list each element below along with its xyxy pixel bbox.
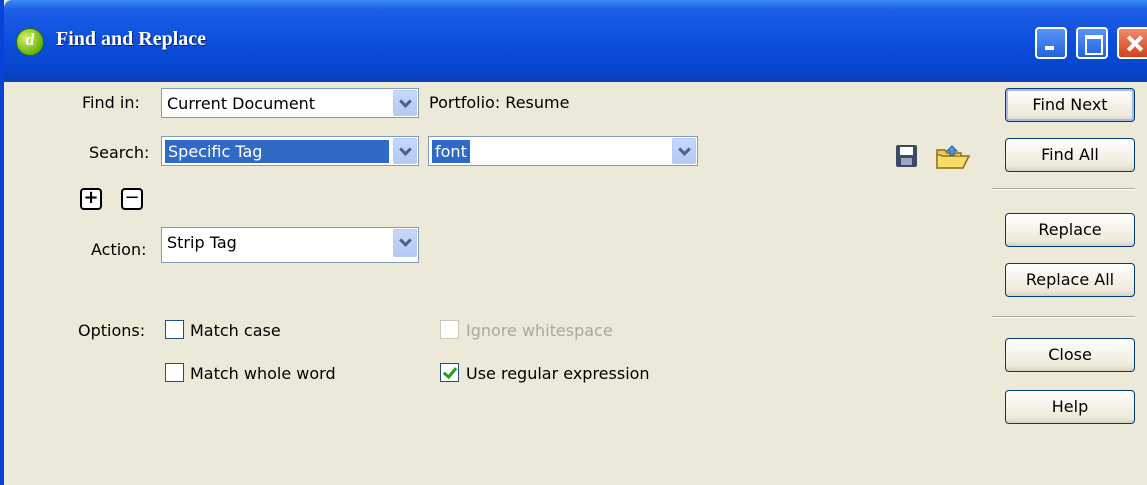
- minimize-icon[interactable]: [1035, 27, 1067, 59]
- find-in-value: Current Document: [167, 94, 316, 113]
- match-whole-word-label[interactable]: Match whole word: [190, 364, 336, 383]
- search-tag-select[interactable]: font: [428, 136, 698, 166]
- help-button[interactable]: Help: [1005, 390, 1135, 424]
- dropdown-arrow-icon[interactable]: [393, 229, 417, 257]
- search-type-select[interactable]: Specific Tag: [161, 136, 419, 166]
- dropdown-arrow-icon[interactable]: [393, 90, 417, 116]
- dropdown-arrow-icon[interactable]: [393, 138, 417, 164]
- replace-button[interactable]: Replace: [1005, 213, 1135, 247]
- find-replace-dialog: d Find and Replace Find in: Current Docu…: [0, 0, 1147, 485]
- match-whole-word-checkbox[interactable]: [165, 363, 184, 382]
- action-label: Action:: [91, 240, 147, 259]
- remove-icon[interactable]: −: [121, 188, 143, 210]
- use-regex-checkbox[interactable]: [440, 363, 459, 382]
- match-case-checkbox[interactable]: [165, 320, 184, 339]
- button-divider: [992, 316, 1135, 318]
- search-tag-value: font: [432, 140, 470, 163]
- close-icon[interactable]: [1117, 27, 1147, 59]
- close-button[interactable]: Close: [1005, 338, 1135, 372]
- find-in-label: Find in:: [82, 93, 140, 112]
- ignore-whitespace-checkbox: [440, 320, 459, 339]
- title-bar[interactable]: d Find and Replace: [4, 0, 1147, 82]
- find-in-select[interactable]: Current Document: [161, 88, 419, 118]
- search-type-value: Specific Tag: [165, 140, 389, 163]
- action-select[interactable]: Strip Tag: [161, 227, 419, 263]
- window-title: Find and Replace: [56, 28, 207, 50]
- maximize-icon[interactable]: [1076, 27, 1108, 59]
- search-label: Search:: [89, 143, 150, 162]
- find-in-info: Portfolio: Resume: [429, 93, 570, 112]
- replace-all-button[interactable]: Replace All: [1005, 263, 1135, 297]
- save-query-icon[interactable]: [896, 145, 917, 167]
- use-regex-label[interactable]: Use regular expression: [466, 364, 650, 383]
- action-value: Strip Tag: [167, 233, 237, 252]
- button-divider: [992, 188, 1135, 190]
- add-icon[interactable]: +: [80, 188, 102, 210]
- options-label: Options:: [78, 321, 146, 340]
- load-query-icon[interactable]: [935, 144, 971, 172]
- match-case-label[interactable]: Match case: [190, 321, 281, 340]
- find-next-button[interactable]: Find Next: [1005, 88, 1135, 122]
- ignore-whitespace-label: Ignore whitespace: [466, 321, 613, 340]
- app-icon: d: [16, 28, 44, 56]
- find-all-button[interactable]: Find All: [1005, 138, 1135, 172]
- dropdown-arrow-icon[interactable]: [672, 138, 696, 164]
